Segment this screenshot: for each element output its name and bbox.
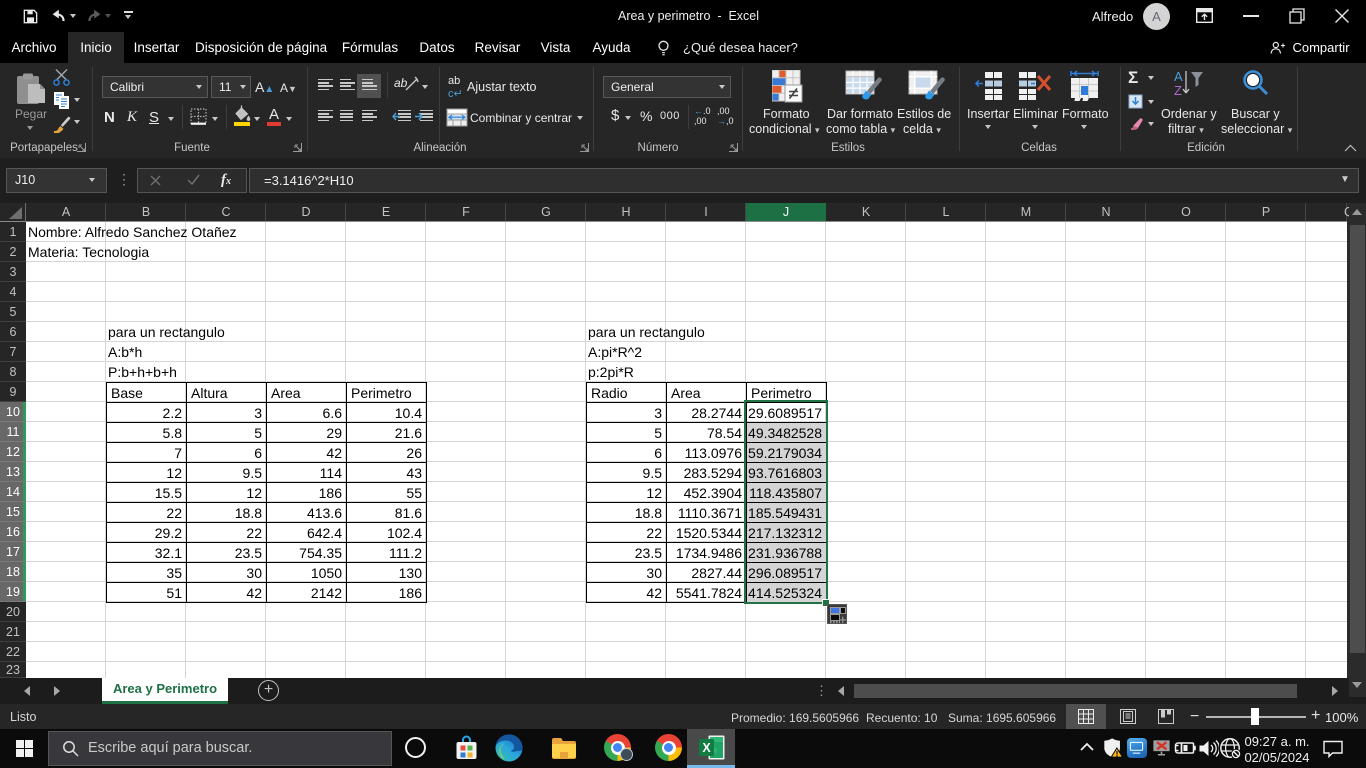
svg-text:X: X [702, 741, 711, 755]
svg-text:A: A [1174, 69, 1183, 84]
svg-text:Z: Z [1174, 83, 1182, 98]
